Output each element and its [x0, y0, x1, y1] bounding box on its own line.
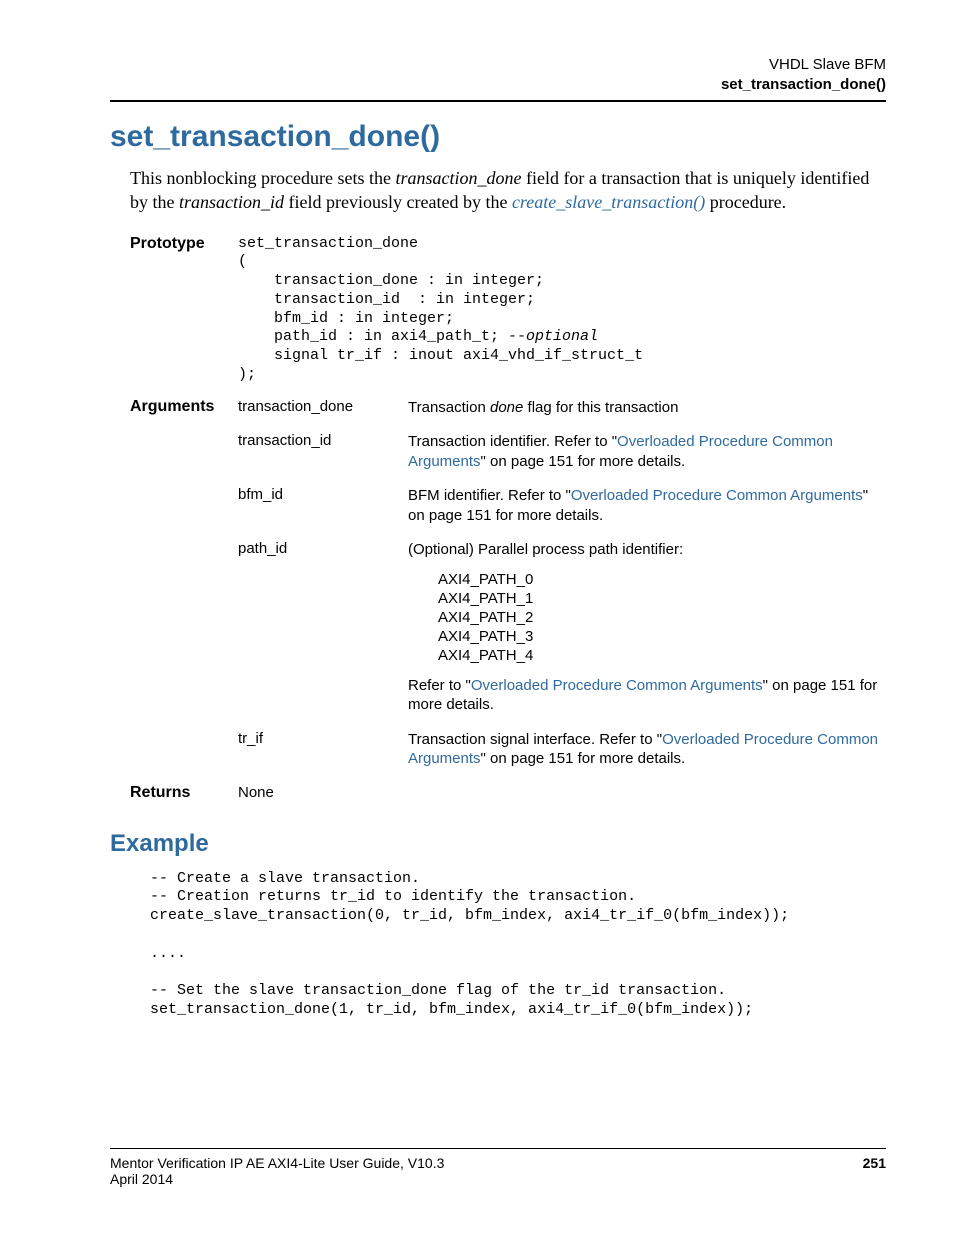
arguments-label: Arguments [130, 393, 238, 779]
prototype-code: set_transaction_done ( transaction_done … [238, 235, 643, 385]
page-number: 251 [863, 1155, 886, 1187]
table-row: tr_if Transaction signal interface. Refe… [130, 725, 878, 779]
header-line1: VHDL Slave BFM [769, 56, 886, 73]
page-footer: Mentor Verification IP AE AXI4-Lite User… [110, 1148, 886, 1187]
page-title: set_transaction_done() [110, 120, 886, 154]
example-heading: Example [110, 830, 886, 858]
arg-desc: BFM identifier. Refer to "Overloaded Pro… [408, 481, 878, 535]
returns-label: Returns [130, 779, 238, 812]
arg-desc: Transaction identifier. Refer to "Overlo… [408, 427, 878, 481]
arg-name: tr_if [238, 725, 408, 779]
header-line2: set_transaction_done() [721, 76, 886, 93]
running-header: VHDL Slave BFM set_transaction_done() [110, 55, 886, 94]
table-row: transaction_id Transaction identifier. R… [130, 427, 878, 481]
arg-name: transaction_id [238, 427, 408, 481]
arg-desc: Transaction done flag for this transacti… [408, 393, 878, 428]
arg-desc: Transaction signal interface. Refer to "… [408, 725, 878, 779]
path-id-enum: AXI4_PATH_0 AXI4_PATH_1 AXI4_PATH_2 AXI4… [438, 570, 878, 666]
returns-value: None [238, 779, 408, 812]
arg-name: path_id [238, 535, 408, 724]
arg-name: bfm_id [238, 481, 408, 535]
table-row: Arguments transaction_done Transaction d… [130, 393, 878, 428]
table-row: bfm_id BFM identifier. Refer to "Overloa… [130, 481, 878, 535]
arguments-table: Arguments transaction_done Transaction d… [130, 393, 878, 812]
link-overloaded-args[interactable]: Overloaded Procedure Common Arguments [471, 677, 763, 694]
prototype-label: Prototype [130, 235, 238, 253]
table-row: path_id (Optional) Parallel process path… [130, 535, 878, 724]
prototype-section: Prototype set_transaction_done ( transac… [130, 235, 886, 385]
header-rule [110, 100, 886, 102]
example-code: -- Create a slave transaction. -- Creati… [150, 870, 886, 1020]
table-row: Returns None [130, 779, 878, 812]
link-create-slave-transaction[interactable]: create_slave_transaction() [512, 192, 705, 212]
intro-paragraph: This nonblocking procedure sets the tran… [130, 166, 886, 215]
footer-left: Mentor Verification IP AE AXI4-Lite User… [110, 1155, 444, 1187]
arg-name: transaction_done [238, 393, 408, 428]
arg-desc: (Optional) Parallel process path identif… [408, 535, 878, 724]
link-overloaded-args[interactable]: Overloaded Procedure Common Arguments [571, 487, 863, 504]
